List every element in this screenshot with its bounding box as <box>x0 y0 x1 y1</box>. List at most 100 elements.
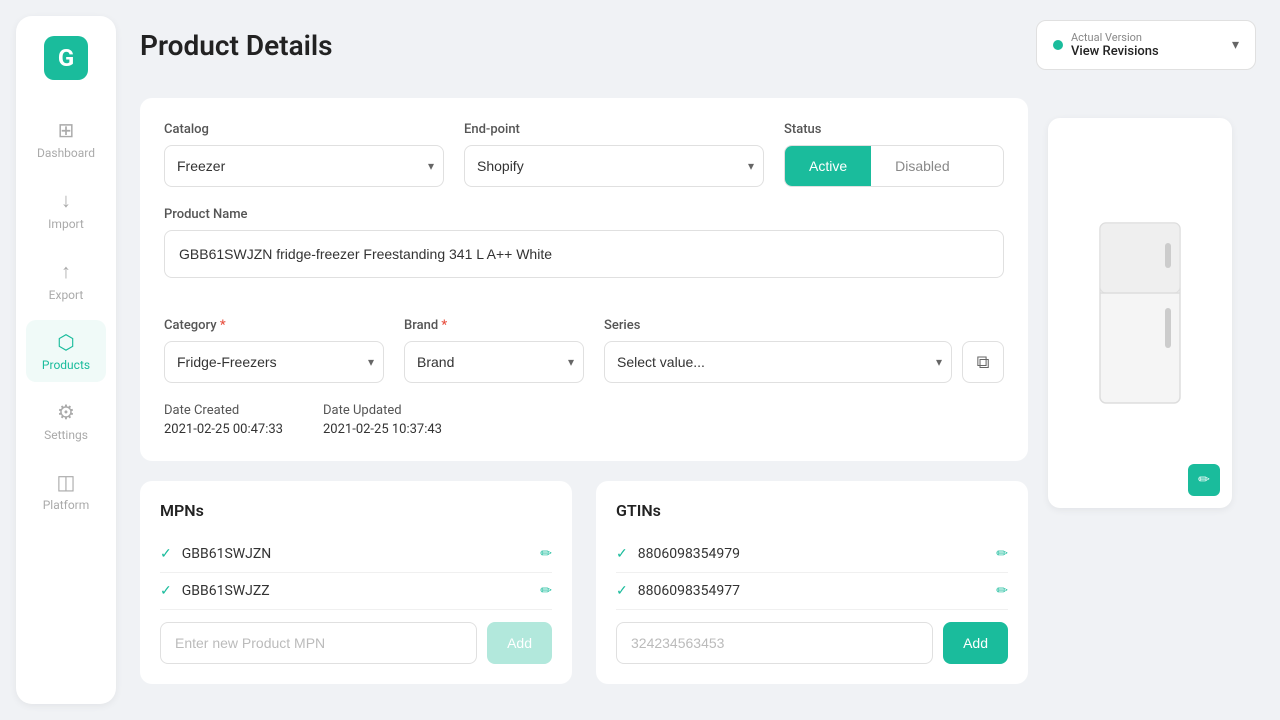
check-icon: ✓ <box>160 583 172 599</box>
mpn-edit-icon[interactable]: ✏ <box>540 546 552 562</box>
platform-icon: ◫ <box>57 470 76 494</box>
bottom-section: MPNs ✓ GBB61SWJZN ✏ ✓ GBB61SWJZZ ✏ Add <box>140 481 1028 684</box>
mpn-item-1: ✓ GBB61SWJZZ ✏ <box>160 573 552 610</box>
gtin-add-button[interactable]: Add <box>943 622 1008 664</box>
date-created-group: Date Created 2021-02-25 00:47:33 <box>164 403 283 437</box>
product-image-card: ✏ <box>1048 118 1232 508</box>
brand-group: Brand * Brand ▾ <box>404 318 584 383</box>
export-icon: ↑ <box>61 259 71 284</box>
mpn-value: GBB61SWJZZ <box>182 583 531 599</box>
check-icon: ✓ <box>616 583 628 599</box>
mpn-value: GBB61SWJZN <box>182 546 531 562</box>
date-created-label: Date Created <box>164 403 283 418</box>
mpns-title: MPNs <box>160 501 552 520</box>
sidebar: G ⊞ Dashboard ↓ Import ↑ Export ⬡ Produc… <box>16 16 116 704</box>
gtin-value: 8806098354979 <box>638 546 987 562</box>
status-active-button[interactable]: Active <box>785 146 871 186</box>
gtin-add-row: Add <box>616 622 1008 664</box>
form-section: Catalog Freezer ▾ End-point Shopify <box>140 98 1028 461</box>
catalog-select-wrapper: Freezer ▾ <box>164 145 444 187</box>
date-updated-value: 2021-02-25 10:37:43 <box>323 422 442 437</box>
gtin-item-0: ✓ 8806098354979 ✏ <box>616 536 1008 573</box>
form-row-1: Catalog Freezer ▾ End-point Shopify <box>164 122 1004 187</box>
app-logo: G <box>44 36 88 80</box>
catalog-group: Catalog Freezer ▾ <box>164 122 444 187</box>
edit-image-button[interactable]: ✏ <box>1188 464 1220 496</box>
mpn-add-button[interactable]: Add <box>487 622 552 664</box>
chevron-down-icon: ▾ <box>1232 37 1239 53</box>
version-value: View Revisions <box>1071 44 1224 59</box>
sidebar-item-dashboard[interactable]: ⊞ Dashboard <box>26 108 106 170</box>
gtin-add-input[interactable] <box>616 622 933 664</box>
series-group: Series Select value... ▾ ⧉ <box>604 318 1004 383</box>
page-header: Product Details Actual Version View Revi… <box>140 20 1256 70</box>
endpoint-select-wrapper: Shopify ▾ <box>464 145 764 187</box>
endpoint-label: End-point <box>464 122 764 137</box>
sidebar-item-settings[interactable]: ⚙ Settings <box>26 390 106 452</box>
form-row-2: Category * Fridge-Freezers ▾ Brand * <box>164 318 1004 383</box>
catalog-label: Catalog <box>164 122 444 137</box>
settings-icon: ⚙ <box>57 400 75 424</box>
product-name-label: Product Name <box>164 207 1004 222</box>
mpn-item-0: ✓ GBB61SWJZN ✏ <box>160 536 552 573</box>
category-select-wrapper: Fridge-Freezers ▾ <box>164 341 384 383</box>
check-icon: ✓ <box>160 546 172 562</box>
copy-button[interactable]: ⧉ <box>962 341 1004 383</box>
sidebar-item-export[interactable]: ↑ Export <box>26 249 106 312</box>
mpn-add-input[interactable] <box>160 622 477 664</box>
dates-row: Date Created 2021-02-25 00:47:33 Date Up… <box>164 403 1004 437</box>
gtin-value: 8806098354977 <box>638 583 987 599</box>
gtins-title: GTINs <box>616 501 1008 520</box>
sidebar-item-label: Settings <box>44 428 88 442</box>
version-text: Actual Version View Revisions <box>1071 31 1224 59</box>
product-name-group: Product Name <box>164 207 1004 298</box>
sidebar-item-label: Platform <box>43 498 90 512</box>
series-select-wrapper: Select value... ▾ <box>604 341 952 383</box>
brand-select-wrapper: Brand ▾ <box>404 341 584 383</box>
gtins-section: GTINs ✓ 8806098354979 ✏ ✓ 8806098354977 … <box>596 481 1028 684</box>
series-label: Series <box>604 318 1004 333</box>
left-content: Catalog Freezer ▾ End-point Shopify <box>140 98 1028 684</box>
version-selector[interactable]: Actual Version View Revisions ▾ <box>1036 20 1256 70</box>
gtin-edit-icon[interactable]: ✏ <box>996 546 1008 562</box>
endpoint-select[interactable]: Shopify <box>464 145 764 187</box>
check-icon: ✓ <box>616 546 628 562</box>
product-name-input[interactable] <box>164 230 1004 278</box>
sidebar-item-platform[interactable]: ◫ Platform <box>26 460 106 522</box>
mpns-section: MPNs ✓ GBB61SWJZN ✏ ✓ GBB61SWJZZ ✏ Add <box>140 481 572 684</box>
status-toggle: Active Disabled <box>784 145 1004 187</box>
brand-select[interactable]: Brand <box>404 341 584 383</box>
sidebar-item-import[interactable]: ↓ Import <box>26 178 106 241</box>
mpn-edit-icon[interactable]: ✏ <box>540 583 552 599</box>
sidebar-item-label: Import <box>48 217 84 231</box>
sidebar-item-products[interactable]: ⬡ Products <box>26 320 106 382</box>
date-updated-label: Date Updated <box>323 403 442 418</box>
category-label: Category * <box>164 318 384 333</box>
copy-icon: ⧉ <box>977 352 990 373</box>
status-label: Status <box>784 122 1004 137</box>
series-row: Select value... ▾ ⧉ <box>604 341 1004 383</box>
content-wrapper: Catalog Freezer ▾ End-point Shopify <box>140 98 1256 684</box>
category-select[interactable]: Fridge-Freezers <box>164 341 384 383</box>
date-updated-group: Date Updated 2021-02-25 10:37:43 <box>323 403 442 437</box>
version-status-dot <box>1053 40 1063 50</box>
endpoint-group: End-point Shopify ▾ <box>464 122 764 187</box>
series-select[interactable]: Select value... <box>604 341 952 383</box>
brand-label: Brand * <box>404 318 584 333</box>
import-icon: ↓ <box>61 188 71 213</box>
catalog-select[interactable]: Freezer <box>164 145 444 187</box>
products-icon: ⬡ <box>57 330 74 354</box>
gtin-item-1: ✓ 8806098354977 ✏ <box>616 573 1008 610</box>
sidebar-item-label: Products <box>42 358 90 372</box>
dashboard-icon: ⊞ <box>58 118 75 142</box>
gtin-edit-icon[interactable]: ✏ <box>996 583 1008 599</box>
product-image <box>1085 213 1195 413</box>
sidebar-item-label: Dashboard <box>37 146 95 160</box>
category-group: Category * Fridge-Freezers ▾ <box>164 318 384 383</box>
mpn-add-row: Add <box>160 622 552 664</box>
status-disabled-button[interactable]: Disabled <box>871 146 973 186</box>
sidebar-item-label: Export <box>49 288 84 302</box>
date-created-value: 2021-02-25 00:47:33 <box>164 422 283 437</box>
right-panel: ✏ <box>1048 118 1232 664</box>
page-title: Product Details <box>140 29 333 62</box>
